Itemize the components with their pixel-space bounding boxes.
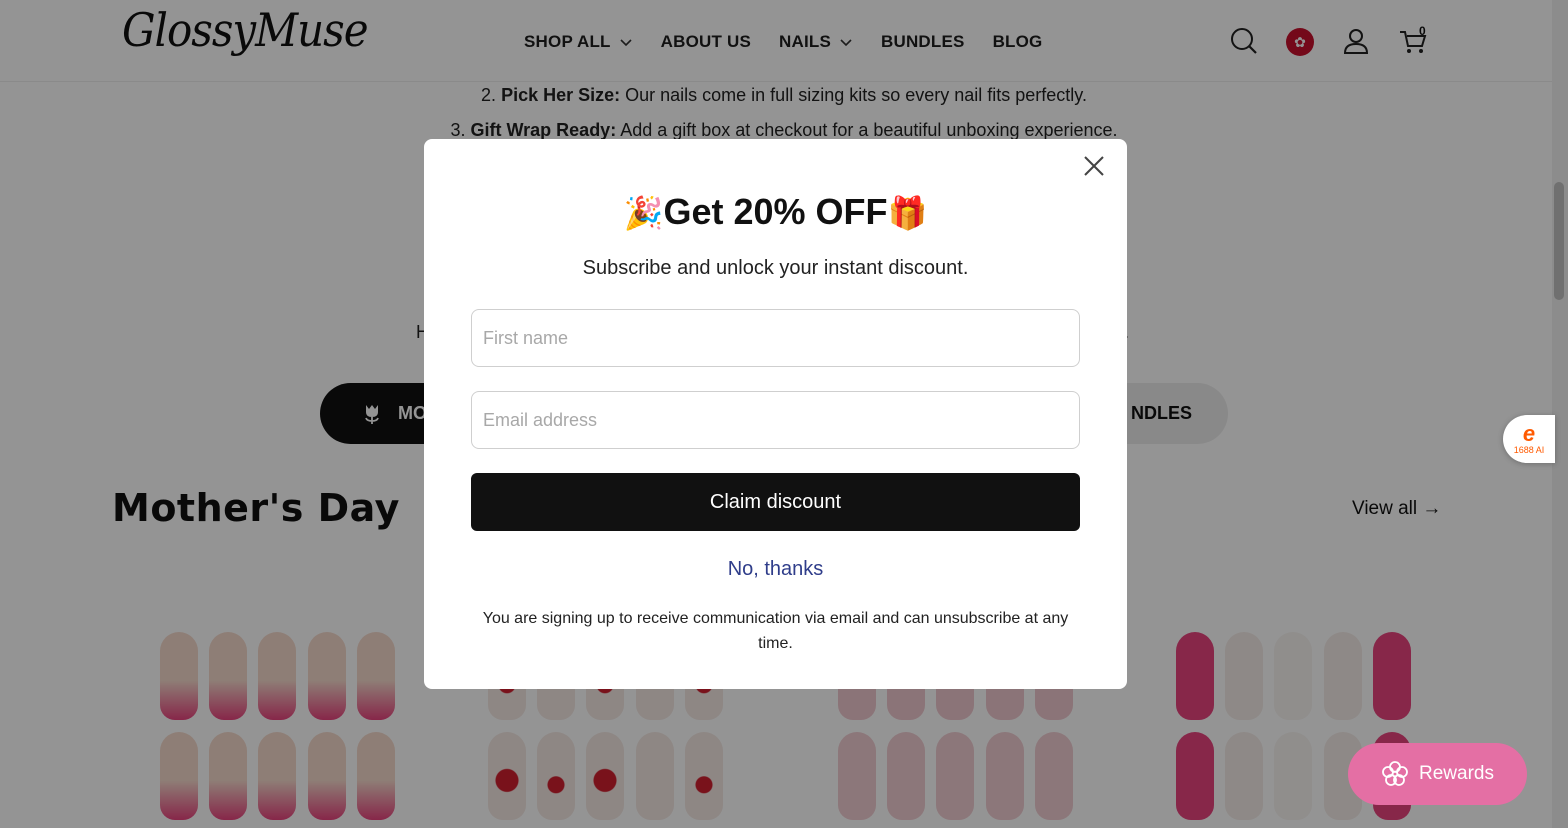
- popup-legal-text: You are signing up to receive communicat…: [482, 610, 1069, 652]
- email-field[interactable]: [471, 391, 1080, 449]
- ai-assistant-badge[interactable]: e 1688 AI: [1503, 415, 1555, 463]
- rewards-label: Rewards: [1419, 763, 1494, 784]
- flower-icon: [1382, 761, 1408, 786]
- popup-title: 🎉Get 20% OFF🎁: [424, 191, 1127, 233]
- first-name-field[interactable]: [471, 309, 1080, 367]
- popup-subtitle: Subscribe and unlock your instant discou…: [582, 257, 969, 279]
- no-thanks-button[interactable]: No, thanks: [424, 558, 1127, 581]
- ai-assistant-logo-icon: e: [1522, 421, 1536, 446]
- ai-assistant-label: 1688 AI: [1513, 445, 1545, 455]
- party-popper-icon: 🎉: [623, 195, 664, 231]
- close-icon[interactable]: [1082, 154, 1106, 178]
- gift-icon: 🎁: [887, 195, 928, 231]
- discount-popup: 🎉Get 20% OFF🎁 Subscribe and unlock your …: [424, 139, 1127, 689]
- claim-discount-button[interactable]: Claim discount: [471, 473, 1080, 531]
- popup-title-text: Get 20% OFF: [663, 191, 888, 232]
- rewards-launcher-button[interactable]: Rewards: [1348, 743, 1527, 805]
